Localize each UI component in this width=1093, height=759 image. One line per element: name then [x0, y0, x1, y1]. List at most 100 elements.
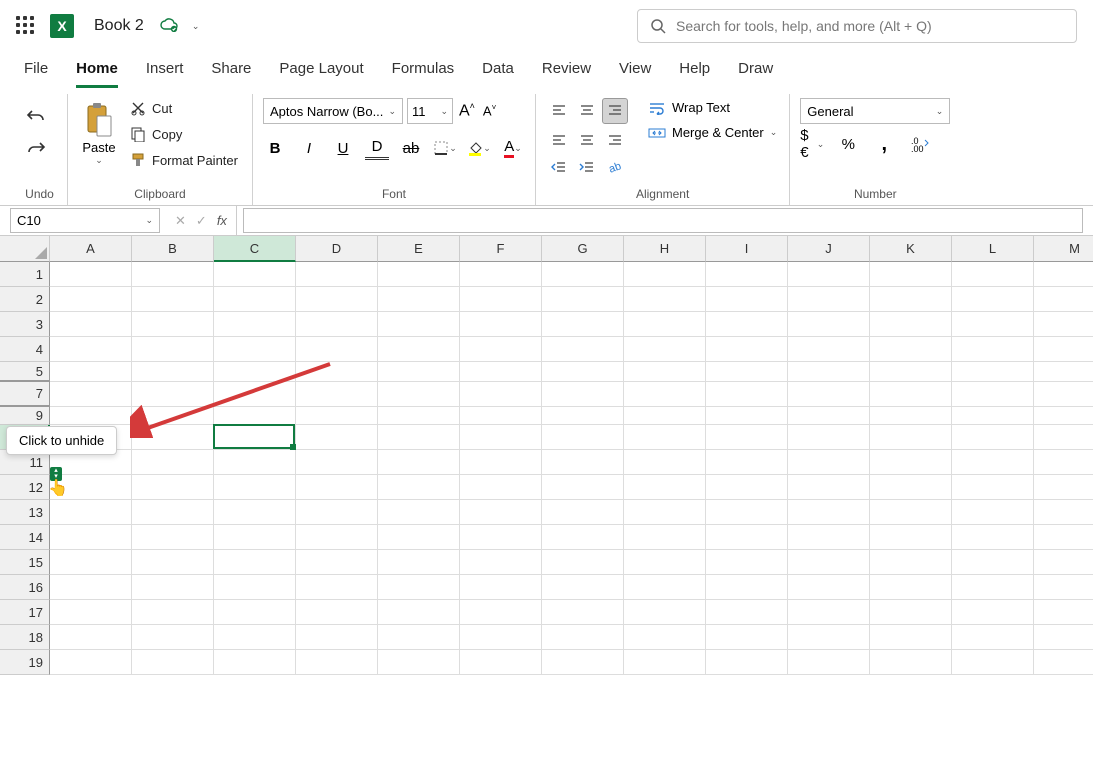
cell-J2[interactable]	[788, 287, 870, 312]
cell-E3[interactable]	[378, 312, 460, 337]
cell-D1[interactable]	[296, 262, 378, 287]
cell-E11[interactable]	[378, 450, 460, 475]
cell-J7[interactable]	[788, 382, 870, 407]
fill-color-button[interactable]: ⌄	[467, 136, 491, 160]
font-family-select[interactable]: Aptos Narrow (Bo...⌄	[263, 98, 403, 124]
column-header-A[interactable]: A	[50, 236, 132, 262]
search-input[interactable]: Search for tools, help, and more (Alt + …	[637, 9, 1077, 43]
cell-G12[interactable]	[542, 475, 624, 500]
cell-J14[interactable]	[788, 525, 870, 550]
cell-M5[interactable]	[1034, 362, 1093, 382]
cell-I18[interactable]	[706, 625, 788, 650]
cell-K1[interactable]	[870, 262, 952, 287]
cell-M7[interactable]	[1034, 382, 1093, 407]
cell-J17[interactable]	[788, 600, 870, 625]
cell-I7[interactable]	[706, 382, 788, 407]
cell-L11[interactable]	[952, 450, 1034, 475]
increase-indent[interactable]	[574, 154, 600, 180]
cell-H11[interactable]	[624, 450, 706, 475]
cell-G16[interactable]	[542, 575, 624, 600]
cell-B18[interactable]	[132, 625, 214, 650]
cell-M19[interactable]	[1034, 650, 1093, 675]
cell-D19[interactable]	[296, 650, 378, 675]
cell-G19[interactable]	[542, 650, 624, 675]
cell-J1[interactable]	[788, 262, 870, 287]
cell-L15[interactable]	[952, 550, 1034, 575]
title-dropdown-icon[interactable]: ⌄	[192, 21, 200, 32]
cell-L7[interactable]	[952, 382, 1034, 407]
cell-F18[interactable]	[460, 625, 542, 650]
align-middle-right[interactable]	[602, 126, 628, 152]
cell-F3[interactable]	[460, 312, 542, 337]
cell-L10[interactable]	[952, 425, 1034, 450]
cell-L5[interactable]	[952, 362, 1034, 382]
font-size-select[interactable]: 11⌄	[407, 98, 453, 124]
paste-dropdown-icon[interactable]: ⌄	[95, 155, 103, 166]
cell-D12[interactable]	[296, 475, 378, 500]
cell-A19[interactable]	[50, 650, 132, 675]
increase-decimal-button[interactable]: .0.00	[908, 132, 932, 156]
tab-insert[interactable]: Insert	[146, 60, 184, 88]
cell-F10[interactable]	[460, 425, 542, 450]
cell-A1[interactable]	[50, 262, 132, 287]
cell-G11[interactable]	[542, 450, 624, 475]
column-header-E[interactable]: E	[378, 236, 460, 262]
cell-M11[interactable]	[1034, 450, 1093, 475]
cell-G13[interactable]	[542, 500, 624, 525]
cell-A7[interactable]	[50, 382, 132, 407]
cell-B13[interactable]	[132, 500, 214, 525]
column-header-K[interactable]: K	[870, 236, 952, 262]
cell-C17[interactable]	[214, 600, 296, 625]
cell-H17[interactable]	[624, 600, 706, 625]
column-header-H[interactable]: H	[624, 236, 706, 262]
bold-button[interactable]: B	[263, 136, 287, 160]
row-header-7[interactable]: 7	[0, 382, 50, 407]
cell-F17[interactable]	[460, 600, 542, 625]
cell-C14[interactable]	[214, 525, 296, 550]
cell-D7[interactable]	[296, 382, 378, 407]
cell-A9[interactable]	[50, 407, 132, 425]
cell-E1[interactable]	[378, 262, 460, 287]
cell-F15[interactable]	[460, 550, 542, 575]
cell-H2[interactable]	[624, 287, 706, 312]
cell-M2[interactable]	[1034, 287, 1093, 312]
cell-H3[interactable]	[624, 312, 706, 337]
cell-C11[interactable]	[214, 450, 296, 475]
cell-C3[interactable]	[214, 312, 296, 337]
cell-I10[interactable]	[706, 425, 788, 450]
cell-E16[interactable]	[378, 575, 460, 600]
cell-F5[interactable]	[460, 362, 542, 382]
cell-L14[interactable]	[952, 525, 1034, 550]
cell-K17[interactable]	[870, 600, 952, 625]
tab-review[interactable]: Review	[542, 60, 591, 88]
cell-F19[interactable]	[460, 650, 542, 675]
row-header-13[interactable]: 13	[0, 500, 50, 525]
cell-A4[interactable]	[50, 337, 132, 362]
cell-K14[interactable]	[870, 525, 952, 550]
cell-I19[interactable]	[706, 650, 788, 675]
cell-A2[interactable]	[50, 287, 132, 312]
cell-L13[interactable]	[952, 500, 1034, 525]
cell-M14[interactable]	[1034, 525, 1093, 550]
cell-G14[interactable]	[542, 525, 624, 550]
cell-M16[interactable]	[1034, 575, 1093, 600]
cell-E9[interactable]	[378, 407, 460, 425]
cell-K11[interactable]	[870, 450, 952, 475]
column-header-M[interactable]: M	[1034, 236, 1093, 262]
cell-D4[interactable]	[296, 337, 378, 362]
column-header-B[interactable]: B	[132, 236, 214, 262]
percent-button[interactable]: %	[836, 132, 860, 156]
cell-B11[interactable]	[132, 450, 214, 475]
decrease-font-button[interactable]: A˅	[481, 103, 498, 118]
paste-button[interactable]: Paste ⌄	[78, 98, 120, 168]
cell-H16[interactable]	[624, 575, 706, 600]
cell-J12[interactable]	[788, 475, 870, 500]
cell-G18[interactable]	[542, 625, 624, 650]
cell-J3[interactable]	[788, 312, 870, 337]
cell-J10[interactable]	[788, 425, 870, 450]
cell-J13[interactable]	[788, 500, 870, 525]
row-header-5[interactable]: 5	[0, 362, 50, 382]
cell-G1[interactable]	[542, 262, 624, 287]
cell-G10[interactable]	[542, 425, 624, 450]
cell-E14[interactable]	[378, 525, 460, 550]
